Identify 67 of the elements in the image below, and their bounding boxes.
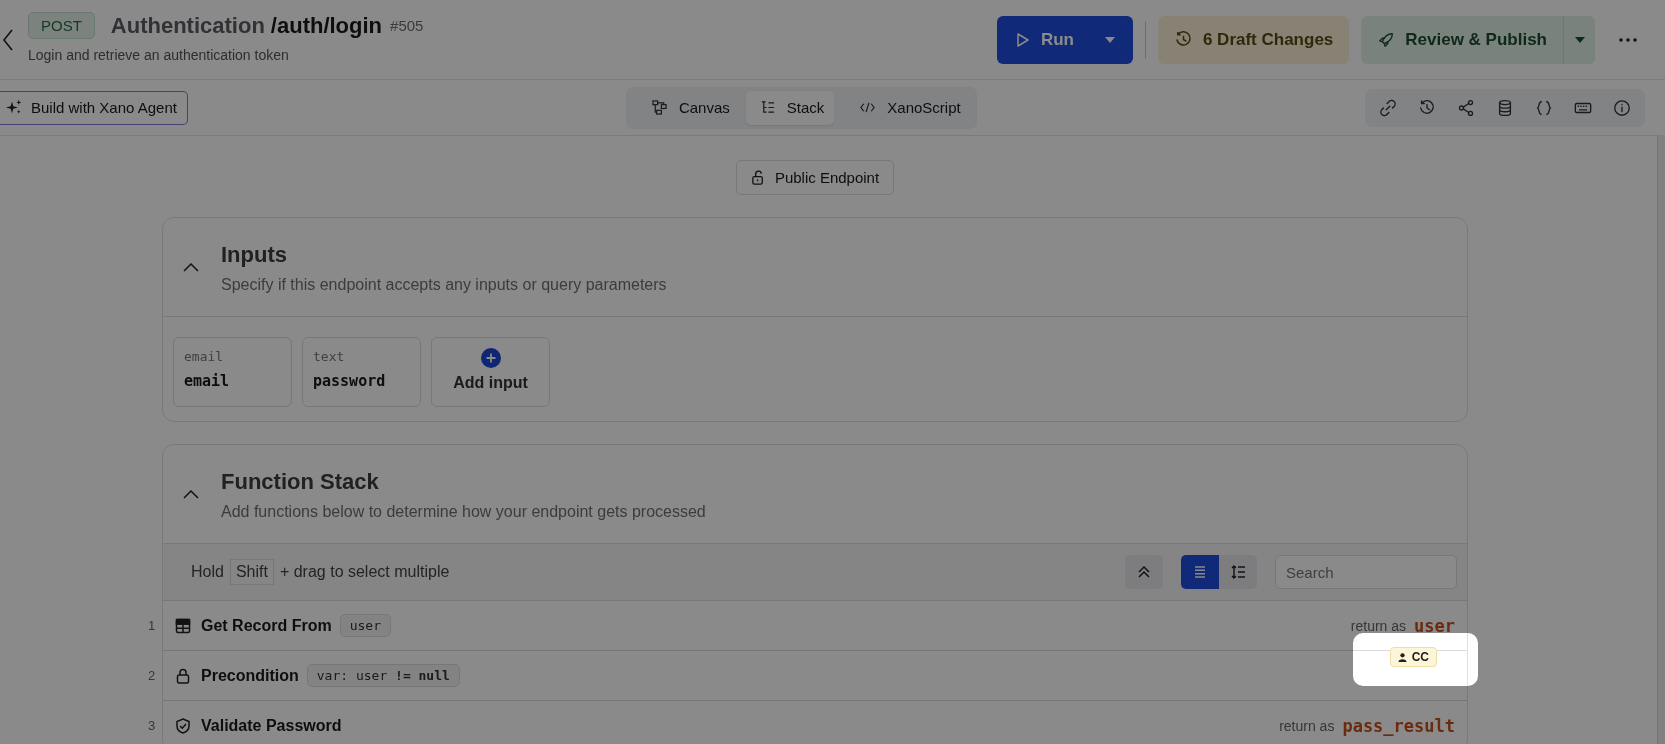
agent-button[interactable]: Build with Xano Agent	[0, 90, 188, 125]
section-title: Inputs	[221, 242, 288, 268]
return-label: return as	[1350, 617, 1407, 634]
input-item[interactable]: email email	[173, 337, 292, 407]
collapse-all-button[interactable]	[1125, 555, 1163, 589]
database-icon[interactable]	[1496, 98, 1514, 117]
history-icon[interactable]	[1418, 98, 1436, 117]
endpoint-description: Login and retrieve an authentication token	[28, 47, 290, 63]
function-title[interactable]: Get Record From	[201, 616, 332, 635]
section-subtitle: Add functions below to determine how your endpoint gets processed	[221, 503, 706, 521]
back-icon[interactable]	[2, 27, 14, 52]
key-cap: Shift	[229, 559, 274, 585]
table-icon	[175, 617, 191, 634]
more-icon[interactable]	[1619, 37, 1637, 42]
hint-text: + drag to select multiple	[279, 563, 450, 581]
collapse-icon[interactable]	[183, 262, 199, 272]
caret-icon	[1104, 36, 1115, 43]
collapse-icon[interactable]	[183, 489, 199, 499]
method-badge: POST	[28, 12, 95, 39]
info-icon[interactable]	[1613, 98, 1631, 117]
view-mode-button[interactable]	[1181, 555, 1219, 589]
function-argument: user	[339, 614, 391, 637]
lock-icon	[175, 667, 191, 684]
input-item[interactable]: text password	[302, 337, 421, 407]
endpoint-id: #505	[390, 17, 424, 34]
unlock-icon	[750, 170, 766, 185]
section-title: Function Stack	[221, 469, 380, 495]
section-subtitle: Specify if this endpoint accepts any inputs or query parameters	[221, 276, 667, 294]
view-tab[interactable]: XanoScript	[838, 90, 973, 125]
list-tree-icon	[759, 100, 775, 115]
user-badge[interactable]: CC	[1389, 647, 1437, 667]
run-button[interactable]: Run	[996, 15, 1133, 64]
return-label: return as	[1279, 717, 1335, 734]
code-icon	[860, 100, 876, 115]
function-title[interactable]: Precondition	[201, 666, 299, 685]
line-spacing-icon	[1230, 564, 1246, 580]
function-argument: var: user != null	[306, 664, 460, 687]
endpoint-path: /auth/login	[270, 12, 383, 39]
person-icon	[1397, 652, 1407, 662]
share-icon[interactable]	[1457, 98, 1475, 117]
rocket-icon	[1377, 30, 1396, 49]
caret-icon	[1574, 36, 1585, 43]
play-icon	[1014, 31, 1031, 48]
add-input-button[interactable]: Add input	[431, 337, 550, 407]
line-number: 2	[148, 668, 156, 683]
view-tab[interactable]: Stack	[745, 90, 835, 125]
sparkle-icon	[6, 99, 23, 116]
history-icon	[1173, 30, 1193, 49]
line-number: 1	[148, 618, 156, 633]
return-variable: user	[1414, 615, 1455, 636]
search-field[interactable]: Search	[1275, 555, 1457, 589]
return-variable: pass_result	[1342, 715, 1455, 736]
list-icon	[1192, 564, 1208, 580]
function-title[interactable]: Validate Password	[201, 716, 342, 735]
public-endpoint-button[interactable]: Public Endpoint	[735, 160, 895, 195]
view-tab[interactable]: Canvas	[629, 90, 742, 125]
link-icon[interactable]	[1379, 98, 1397, 117]
draft-changes-button[interactable]: 6 Draft Changes	[1157, 15, 1350, 64]
view-mode-button[interactable]	[1219, 555, 1257, 589]
shield-check-icon	[175, 717, 191, 734]
braces-icon[interactable]	[1535, 98, 1553, 117]
hint-text: Hold	[191, 563, 224, 581]
line-number: 3	[148, 718, 156, 733]
double-chevron-icon	[1136, 564, 1152, 580]
endpoint-name: Authentication	[110, 12, 265, 39]
nodes-icon	[651, 100, 667, 115]
plus-icon	[480, 348, 501, 368]
